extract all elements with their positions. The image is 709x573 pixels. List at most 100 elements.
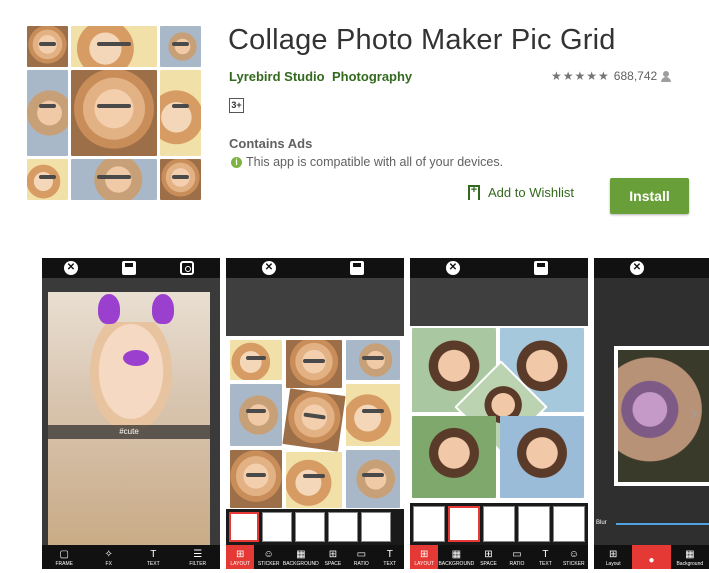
wishlist-label: Add to Wishlist xyxy=(488,185,574,200)
toolbar-layout[interactable]: ⊞ LAYOUT xyxy=(410,545,439,569)
text-icon: T xyxy=(150,549,157,560)
toolbar-background[interactable]: ▦ BACKGROUND xyxy=(438,545,474,569)
toolbar-blur[interactable]: ● xyxy=(632,545,671,569)
dog-nose xyxy=(123,350,149,366)
add-to-wishlist-button[interactable]: Add to Wishlist xyxy=(468,184,574,200)
blur-icon: ● xyxy=(648,555,655,566)
icon-tile xyxy=(27,159,68,200)
developer-link[interactable]: Lyrebird Studio xyxy=(229,69,325,84)
toolbar-layout[interactable]: ⊞ LAYOUT xyxy=(226,545,255,569)
layout-thumbnail[interactable] xyxy=(553,506,585,542)
save-icon xyxy=(350,261,364,275)
layout-thumbnail[interactable] xyxy=(518,506,550,542)
text-icon: T xyxy=(542,549,549,560)
category-link[interactable]: Photography xyxy=(332,69,412,84)
toolbar-sticker[interactable]: ☺ STICKER xyxy=(254,545,282,569)
sticker-icon: ☺ xyxy=(568,549,579,560)
screenshot-topbar: ✕ xyxy=(226,258,404,278)
frame-icon: ▢ xyxy=(59,549,69,560)
sticker-icon: ☺ xyxy=(263,549,274,560)
layout-thumbnail[interactable] xyxy=(295,512,325,542)
star-rating-icon: ★★★★★ xyxy=(551,69,610,83)
screenshot-2[interactable]: ✕ ⊞ LAYOUT ☺ STICKER ▦ BACKGROUND ⊞ SPACE ▭ R… xyxy=(226,258,404,569)
compatibility-text: This app is compatible with all of your … xyxy=(246,155,504,169)
collage-grid xyxy=(412,328,586,498)
collage-grid xyxy=(230,340,400,508)
ratio-icon: ▭ xyxy=(356,549,367,560)
layout-thumbnail[interactable] xyxy=(413,506,445,542)
icon-tile xyxy=(27,70,68,156)
layout-thumbnail[interactable] xyxy=(229,512,259,542)
editor-toolbar: ⊞ LAYOUT ▦ BACKGROUND ⊞ SPACE ▭ RATIO T TEXT … xyxy=(410,545,588,569)
toolbar-text[interactable]: T TEXT xyxy=(531,545,559,569)
editor-toolbar: ⊞ Layout ● ▦ Background xyxy=(594,545,709,569)
background-icon: ▦ xyxy=(451,549,462,560)
screenshot-topbar: ✕ xyxy=(594,258,709,278)
screenshot-topbar: ✕ xyxy=(42,258,220,278)
toolbar-text[interactable]: T TEXT xyxy=(376,545,404,569)
icon-tile xyxy=(71,70,157,156)
toolbar-space[interactable]: ⊞ SPACE xyxy=(319,545,347,569)
close-icon: ✕ xyxy=(64,261,78,275)
face-shape xyxy=(90,322,172,432)
ratio-icon: ▭ xyxy=(512,549,522,560)
toolbar-frame[interactable]: ▢ FRAME xyxy=(42,545,87,569)
filter-icon: ☰ xyxy=(193,549,203,560)
editor-header-area xyxy=(410,278,588,326)
content-rating-badge: 3+ xyxy=(229,98,244,113)
screenshot-topbar: ✕ xyxy=(410,258,588,278)
toolbar-sticker[interactable]: ☺ STICKER xyxy=(560,545,588,569)
editor-toolbar: ⊞ LAYOUT ☺ STICKER ▦ BACKGROUND ⊞ SPACE ▭ RAT… xyxy=(226,545,404,569)
contains-ads-label: Contains Ads xyxy=(229,136,313,151)
editor-toolbar: ▢ FRAME ✧ FX T TEXT ☰ FILTER xyxy=(42,545,220,569)
editor-header-area xyxy=(226,278,404,336)
icon-tile xyxy=(160,70,201,156)
layout-thumbnails xyxy=(410,503,588,545)
dog-ear-left xyxy=(98,294,120,324)
layout-icon: ⊞ xyxy=(236,549,245,560)
close-icon: ✕ xyxy=(446,261,460,275)
layout-thumbnail[interactable] xyxy=(361,512,391,542)
toolbar-background[interactable]: ▦ Background xyxy=(671,545,709,569)
icon-tile xyxy=(71,26,157,67)
blur-label: Blur xyxy=(596,520,607,526)
space-icon: ⊞ xyxy=(484,549,493,560)
fx-icon: ✧ xyxy=(104,549,113,560)
layout-icon: ⊞ xyxy=(420,549,429,560)
install-button[interactable]: Install xyxy=(610,178,689,214)
screenshot-3[interactable]: ✕ ⊞ LAYOUT ▦ BACKGROUND ⊞ SPACE ▭ RATIO T TEX… xyxy=(410,258,588,569)
toolbar-ratio[interactable]: ▭ RATIO xyxy=(347,545,375,569)
toolbar-background[interactable]: ▦ BACKGROUND xyxy=(283,545,319,569)
info-icon: i xyxy=(231,156,242,168)
app-icon xyxy=(27,26,201,200)
dog-ear-right xyxy=(152,294,174,324)
layout-thumbnail[interactable] xyxy=(328,512,358,542)
toolbar-ratio[interactable]: ▭ RATIO xyxy=(503,545,531,569)
layout-thumbnail[interactable] xyxy=(483,506,515,542)
layout-thumbnails xyxy=(226,509,404,545)
toolbar-space[interactable]: ⊞ SPACE xyxy=(474,545,502,569)
screenshot-1[interactable]: ✕ #cute ▢ FRAME ✧ FX T TEXT ☰ FILTER xyxy=(42,258,220,569)
icon-tile xyxy=(160,26,201,67)
layout-thumbnail[interactable] xyxy=(448,506,480,542)
space-icon: ⊞ xyxy=(328,549,338,560)
blur-slider[interactable] xyxy=(616,523,709,525)
chevron-right-icon[interactable]: › xyxy=(690,402,709,424)
toolbar-filter[interactable]: ☰ FILTER xyxy=(176,545,221,569)
bookmark-add-icon xyxy=(468,184,480,200)
toolbar-fx[interactable]: ✧ FX xyxy=(87,545,132,569)
icon-tile xyxy=(160,159,201,200)
instagram-icon xyxy=(180,261,194,275)
layout-icon: ⊞ xyxy=(608,549,618,560)
toolbar-text[interactable]: T TEXT xyxy=(131,545,176,569)
toolbar-layout[interactable]: ⊞ Layout xyxy=(594,545,632,569)
layout-thumbnail[interactable] xyxy=(262,512,292,542)
selfie-photo: #cute xyxy=(48,292,210,548)
icon-tile xyxy=(27,26,68,67)
person-icon xyxy=(661,70,672,82)
save-icon xyxy=(534,261,548,275)
background-icon: ▦ xyxy=(685,549,695,560)
background-icon: ▦ xyxy=(296,549,306,560)
rating-summary: ★★★★★ 688,742 xyxy=(551,69,672,83)
compatibility-notice: i This app is compatible with all of you… xyxy=(231,155,503,169)
